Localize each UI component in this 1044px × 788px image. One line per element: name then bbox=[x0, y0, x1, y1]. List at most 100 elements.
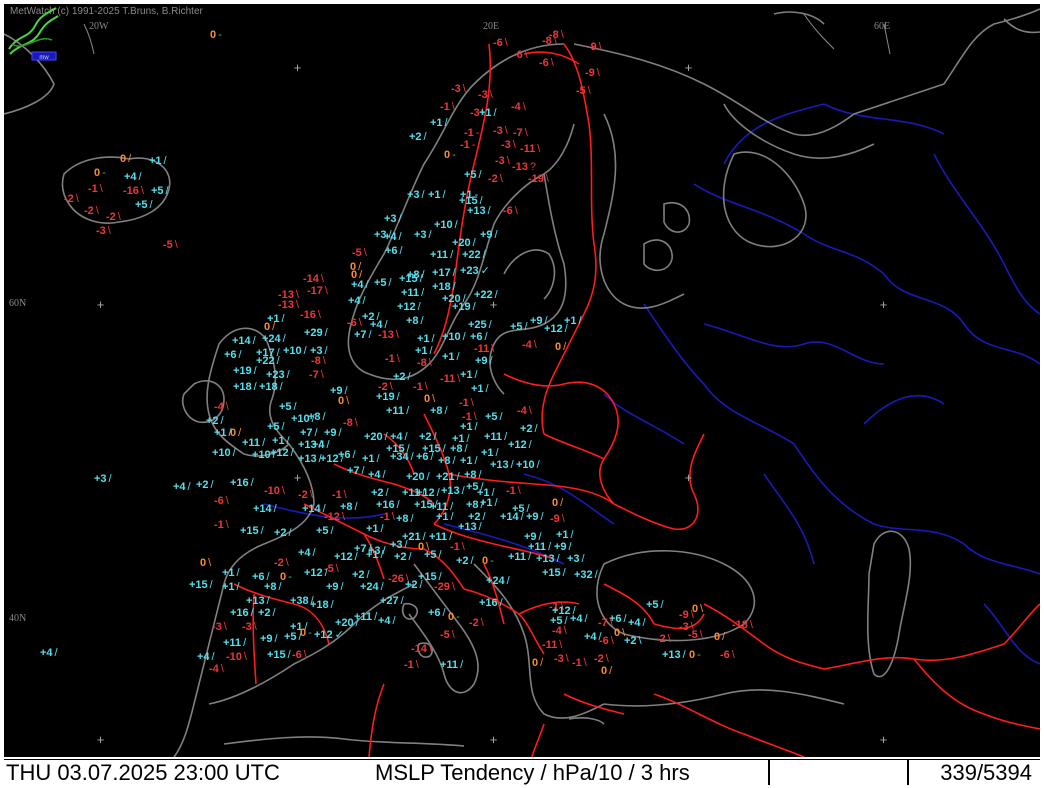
station-marker[interactable]: +7/ bbox=[300, 428, 318, 439]
station-marker[interactable]: +5/ bbox=[316, 526, 334, 537]
station-marker[interactable]: +9/ bbox=[326, 582, 344, 593]
station-marker[interactable]: +24/ bbox=[486, 576, 510, 587]
station-marker[interactable]: +20/ bbox=[364, 432, 388, 443]
station-marker[interactable]: +20/ bbox=[452, 238, 476, 249]
station-marker[interactable]: +9/ bbox=[480, 230, 498, 241]
station-marker[interactable]: +23 ✓ bbox=[460, 266, 490, 277]
station-marker[interactable]: +11/ bbox=[528, 542, 551, 553]
station-marker[interactable]: -3 \ bbox=[493, 126, 508, 137]
station-marker[interactable]: +15/ bbox=[267, 650, 291, 661]
station-marker[interactable]: +1/ bbox=[430, 118, 448, 129]
station-marker[interactable]: +12/ bbox=[334, 552, 358, 563]
station-marker[interactable]: +11/ bbox=[508, 552, 531, 563]
station-marker[interactable]: +8/ bbox=[438, 456, 456, 467]
station-marker[interactable]: 0 \ bbox=[338, 396, 349, 407]
station-marker[interactable]: +5/ bbox=[279, 402, 297, 413]
station-marker[interactable]: +6/ bbox=[224, 350, 242, 361]
station-marker[interactable]: +22/ bbox=[256, 356, 280, 367]
station-marker[interactable]: +4/ bbox=[197, 652, 215, 663]
station-marker[interactable]: -14 \ bbox=[411, 644, 432, 655]
station-marker[interactable]: -9 \ bbox=[585, 68, 600, 79]
station-marker[interactable]: +8/ bbox=[464, 470, 482, 481]
station-marker[interactable]: -6 \ bbox=[539, 58, 554, 69]
station-marker[interactable]: +14/ bbox=[500, 512, 524, 523]
station-marker[interactable]: +7/ bbox=[354, 330, 372, 341]
station-marker[interactable]: +13/ bbox=[298, 454, 322, 465]
station-marker[interactable]: +4/ bbox=[628, 618, 646, 629]
station-marker[interactable]: +5/ bbox=[135, 200, 153, 211]
station-marker[interactable]: -3 \ bbox=[554, 654, 569, 665]
station-marker[interactable]: -1 \ bbox=[440, 102, 455, 113]
station-marker[interactable]: +8/ bbox=[450, 444, 468, 455]
station-marker[interactable]: +5/ bbox=[510, 322, 528, 333]
station-marker[interactable]: 0- bbox=[300, 628, 312, 639]
station-marker[interactable]: -2 \ bbox=[84, 206, 99, 217]
station-marker[interactable]: +1/ bbox=[480, 498, 498, 509]
station-marker[interactable]: -7 \ bbox=[513, 128, 528, 139]
station-marker[interactable]: +4/ bbox=[570, 614, 588, 625]
station-marker[interactable]: +27/ bbox=[380, 596, 404, 607]
station-marker[interactable]: -1 \ bbox=[450, 542, 465, 553]
station-marker[interactable]: +10/ bbox=[516, 460, 540, 471]
station-marker[interactable]: +1/ bbox=[415, 346, 433, 357]
station-marker[interactable]: +2/ bbox=[393, 372, 411, 383]
station-marker[interactable]: 0- bbox=[482, 556, 494, 567]
station-marker[interactable]: 0- bbox=[448, 612, 460, 623]
station-marker[interactable]: +8/ bbox=[430, 406, 448, 417]
station-marker[interactable]: +16/ bbox=[479, 598, 503, 609]
station-marker[interactable]: +4/ bbox=[40, 648, 58, 659]
station-marker[interactable]: +13/ bbox=[536, 554, 560, 565]
station-marker[interactable]: -7 \ bbox=[598, 618, 613, 629]
station-marker[interactable]: -6 \ bbox=[513, 50, 528, 61]
station-marker[interactable]: +15/ bbox=[399, 274, 423, 285]
station-marker[interactable]: -5 \ bbox=[688, 630, 703, 641]
station-marker[interactable]: -16 \ bbox=[300, 310, 321, 321]
station-marker[interactable]: +2/ bbox=[371, 488, 389, 499]
station-marker[interactable]: +12/ bbox=[544, 324, 568, 335]
station-marker[interactable]: 0/ bbox=[351, 270, 362, 281]
station-marker[interactable]: +10/ bbox=[434, 220, 458, 231]
station-marker[interactable]: +2/ bbox=[394, 552, 412, 563]
station-marker[interactable]: -16 \ bbox=[123, 186, 144, 197]
station-marker[interactable]: -3 \ bbox=[212, 622, 227, 633]
station-marker[interactable]: +11/ bbox=[223, 638, 246, 649]
station-marker[interactable]: -4 \ bbox=[511, 102, 526, 113]
station-marker[interactable]: +14/ bbox=[232, 336, 256, 347]
station-marker[interactable]: +2/ bbox=[419, 432, 437, 443]
station-marker[interactable]: 0/ bbox=[555, 342, 566, 353]
station-marker[interactable]: +12/ bbox=[397, 302, 421, 313]
station-marker[interactable]: -2 \ bbox=[298, 490, 313, 501]
station-marker[interactable]: -2 \ bbox=[274, 558, 289, 569]
station-marker[interactable]: -1 \ bbox=[506, 486, 521, 497]
station-marker[interactable]: +8/ bbox=[308, 412, 326, 423]
station-marker[interactable]: -8 \ bbox=[311, 356, 326, 367]
station-marker[interactable]: -19 \ bbox=[528, 174, 549, 185]
station-marker[interactable]: 0- bbox=[94, 168, 106, 179]
station-marker[interactable]: -2 \ bbox=[594, 654, 609, 665]
station-marker[interactable]: -12 \ bbox=[324, 512, 345, 523]
station-marker[interactable]: +2/ bbox=[274, 528, 292, 539]
station-marker[interactable]: -6 \ bbox=[599, 636, 614, 647]
station-marker[interactable]: -9 \ bbox=[679, 610, 694, 621]
station-marker[interactable]: -4 \ bbox=[552, 626, 567, 637]
station-marker[interactable]: 0/ bbox=[120, 154, 131, 165]
station-marker[interactable]: -3 \ bbox=[96, 226, 111, 237]
station-marker[interactable]: -2 \ bbox=[106, 212, 121, 223]
station-marker[interactable]: -1 \ bbox=[380, 512, 395, 523]
station-marker[interactable]: +13/ bbox=[246, 596, 270, 607]
station-marker[interactable]: +13/ bbox=[467, 206, 491, 217]
station-marker[interactable]: +1/ bbox=[428, 190, 446, 201]
station-marker[interactable]: +16/ bbox=[230, 608, 254, 619]
station-marker[interactable]: -7 \ bbox=[309, 370, 324, 381]
station-marker[interactable]: +1/ bbox=[366, 550, 384, 561]
station-marker[interactable]: +32/ bbox=[574, 570, 598, 581]
station-marker[interactable]: +1/ bbox=[442, 352, 460, 363]
station-marker[interactable]: +3/ bbox=[407, 190, 425, 201]
station-marker[interactable]: -10 \ bbox=[226, 652, 247, 663]
station-marker[interactable]: +14/ bbox=[302, 504, 326, 515]
station-marker[interactable]: +8/ bbox=[406, 316, 424, 327]
station-marker[interactable]: +4/ bbox=[124, 172, 142, 183]
station-marker[interactable]: +1/ bbox=[272, 436, 290, 447]
station-marker[interactable]: +4/ bbox=[390, 432, 408, 443]
station-marker[interactable]: +18/ bbox=[233, 382, 257, 393]
